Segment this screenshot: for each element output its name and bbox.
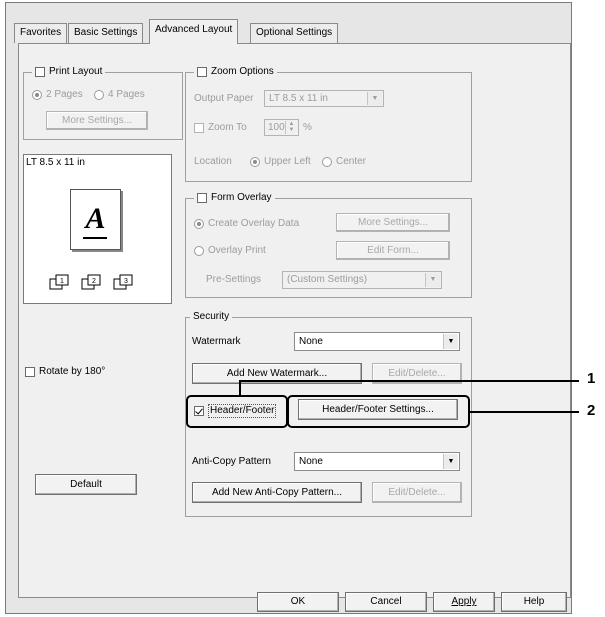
tab-optional-settings-label: Optional Settings	[256, 27, 333, 38]
zoom-unit: %	[303, 122, 312, 133]
edit-form-button[interactable]: Edit Form...	[336, 241, 450, 260]
spin-arrows-icon[interactable]: ▲ ▼	[285, 121, 297, 134]
callout-line-1-vertical	[239, 380, 241, 396]
two-pages-label: 2 Pages	[46, 89, 83, 100]
preview-letter: A	[85, 202, 106, 235]
overlay-print-label: Overlay Print	[208, 245, 266, 256]
preview-paper-label: LT 8.5 x 11 in	[26, 157, 85, 168]
cancel-button[interactable]: Cancel	[345, 592, 427, 612]
watermark-value: None	[299, 336, 323, 347]
preview-page: A	[70, 189, 121, 250]
callout-line-1	[239, 380, 579, 382]
output-paper-value: LT 8.5 x 11 in	[269, 93, 328, 104]
zoom-options-checkbox[interactable]	[197, 67, 207, 77]
form-overlay-checkbox[interactable]	[197, 193, 207, 203]
tab-favorites-label: Favorites	[20, 27, 62, 38]
zoom-value: 100	[268, 122, 285, 133]
print-layout-group: Print Layout 2 Pages 4 Pages More Settin…	[23, 66, 183, 140]
zoom-to-checkbox[interactable]: Zoom To	[194, 122, 247, 134]
pre-settings-label: Pre-Settings	[206, 274, 262, 285]
rotate-label: Rotate by 180°	[39, 366, 106, 377]
callout-box-header-footer-settings	[287, 395, 470, 428]
zoom-to-label: Zoom To	[208, 122, 247, 133]
output-paper-label: Output Paper	[194, 93, 254, 104]
pre-settings-value: (Custom Settings)	[287, 274, 368, 285]
two-pages-radio-dot	[32, 90, 42, 100]
ok-button[interactable]: OK	[257, 592, 339, 612]
center-radio-dot	[322, 157, 332, 167]
apply-button[interactable]: Apply	[433, 592, 495, 612]
callout-box-header-footer	[186, 395, 288, 428]
center-radio[interactable]: Center	[322, 156, 366, 168]
pre-settings-select[interactable]: (Custom Settings) ▼	[282, 271, 442, 289]
page-order-icons: 1 2 3	[48, 272, 148, 292]
print-layout-checkbox[interactable]	[35, 67, 45, 77]
callout-line-2	[470, 411, 579, 413]
four-pages-radio[interactable]: 4 Pages	[94, 89, 145, 101]
help-button[interactable]: Help	[501, 592, 567, 612]
watermark-select[interactable]: None ▼	[294, 332, 460, 351]
chevron-down-icon: ▼	[443, 334, 458, 349]
callout-number-1: 1	[587, 370, 596, 387]
tab-basic-settings-label: Basic Settings	[74, 27, 138, 38]
center-label: Center	[336, 156, 367, 167]
preview-underline	[83, 237, 107, 239]
anti-copy-pattern-value: None	[299, 456, 323, 467]
svg-text:2: 2	[92, 278, 96, 285]
callout-number-2: 2	[587, 402, 596, 419]
svg-text:1: 1	[60, 278, 64, 285]
overlay-print-radio[interactable]: Overlay Print	[194, 245, 266, 257]
add-anti-copy-pattern-button[interactable]: Add New Anti-Copy Pattern...	[192, 482, 362, 503]
zoom-options-group: Zoom Options Output Paper LT 8.5 x 11 in…	[185, 66, 472, 182]
layout-more-settings-button[interactable]: More Settings...	[46, 111, 148, 130]
location-label: Location	[194, 156, 232, 167]
zoom-value-input[interactable]: 100 ▲ ▼	[264, 119, 299, 136]
tab-basic-settings[interactable]: Basic Settings	[68, 23, 144, 43]
four-pages-label: 4 Pages	[108, 89, 145, 100]
anti-copy-edit-delete-button[interactable]: Edit/Delete...	[372, 482, 462, 503]
zoom-options-header: Zoom Options	[194, 66, 277, 78]
chevron-down-icon: ▼	[443, 454, 458, 469]
chevron-down-icon: ▼	[425, 273, 440, 287]
svg-text:3: 3	[124, 278, 128, 285]
anti-copy-pattern-select[interactable]: None ▼	[294, 452, 460, 471]
anti-copy-pattern-label: Anti-Copy Pattern	[192, 456, 271, 467]
tab-advanced-layout[interactable]: Advanced Layout	[149, 19, 239, 44]
page-order-icon: 1 2 3	[49, 274, 133, 290]
rotate-checkbox-box	[25, 367, 35, 377]
create-overlay-radio-dot	[194, 219, 204, 229]
advanced-layout-panel: Print Layout 2 Pages 4 Pages More Settin…	[18, 43, 571, 598]
print-layout-header: Print Layout	[32, 66, 106, 78]
two-pages-radio[interactable]: 2 Pages	[32, 89, 83, 101]
upper-left-radio-dot	[250, 157, 260, 167]
overlay-more-settings-button[interactable]: More Settings...	[336, 213, 450, 232]
form-overlay-header: Form Overlay	[194, 192, 275, 204]
security-title: Security	[190, 311, 233, 323]
print-layout-title: Print Layout	[49, 66, 103, 77]
overlay-print-radio-dot	[194, 246, 204, 256]
zoom-options-title: Zoom Options	[211, 66, 274, 77]
four-pages-radio-dot	[94, 90, 104, 100]
form-overlay-group: Form Overlay Create Overlay Data More Se…	[185, 192, 472, 298]
tab-advanced-layout-label: Advanced Layout	[155, 24, 233, 35]
default-button[interactable]: Default	[35, 474, 137, 495]
layout-preview: LT 8.5 x 11 in A 1 2 3	[23, 154, 172, 304]
tab-optional-settings[interactable]: Optional Settings	[250, 23, 339, 43]
create-overlay-label: Create Overlay Data	[208, 218, 300, 229]
rotate-180-checkbox[interactable]: Rotate by 180°	[25, 366, 105, 378]
printer-properties-dialog: Favorites Basic Settings Advanced Layout…	[5, 2, 572, 614]
tab-favorites[interactable]: Favorites	[14, 23, 68, 43]
watermark-label: Watermark	[192, 336, 241, 347]
upper-left-label: Upper Left	[264, 156, 311, 167]
chevron-down-icon: ▼	[367, 92, 382, 105]
output-paper-select[interactable]: LT 8.5 x 11 in ▼	[264, 90, 384, 107]
upper-left-radio[interactable]: Upper Left	[250, 156, 311, 168]
form-overlay-title: Form Overlay	[211, 192, 272, 203]
zoom-to-checkbox-box	[194, 123, 204, 133]
create-overlay-radio[interactable]: Create Overlay Data	[194, 218, 299, 230]
